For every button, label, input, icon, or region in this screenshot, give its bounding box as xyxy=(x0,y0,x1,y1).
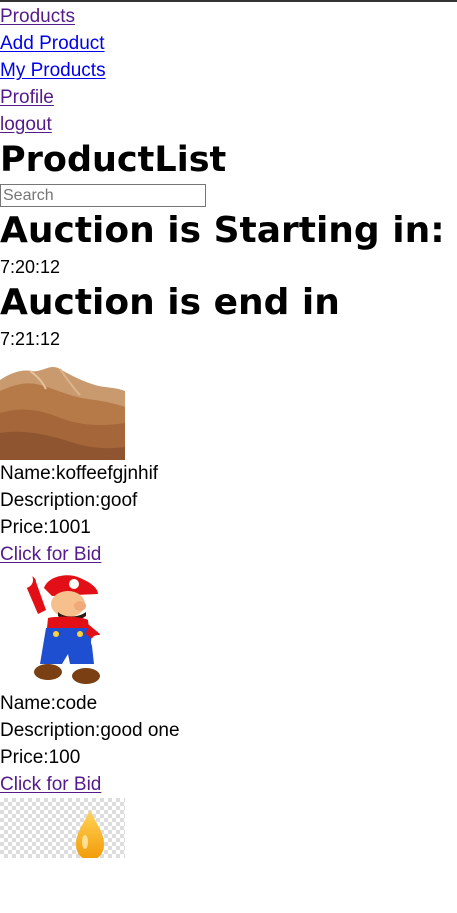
auction-start-heading: Auction is Starting in: xyxy=(0,210,445,251)
nav-link-logout[interactable]: logout xyxy=(0,111,457,138)
oil-drop-icon xyxy=(76,810,104,858)
nav-link-products[interactable]: Products xyxy=(0,3,457,30)
auction-end-time: 7:21:12 xyxy=(0,329,61,349)
page-title: ProductList xyxy=(0,140,227,180)
product-name: Name:code xyxy=(0,693,98,714)
product-description: Description:goof xyxy=(0,490,138,511)
nav-link-profile[interactable]: Profile xyxy=(0,84,457,111)
oil-drop-image xyxy=(0,798,125,858)
product-price: Price:100 xyxy=(0,747,81,768)
auction-start-time: 7:20:12 xyxy=(0,257,61,277)
desert-dunes-image xyxy=(0,351,125,460)
nav-link-my-products[interactable]: My Products xyxy=(0,57,457,84)
mario-icon xyxy=(0,568,125,690)
nav-link-add-product[interactable]: Add Product xyxy=(0,30,457,57)
product-card: Name:code Description:good one Price:100… xyxy=(0,568,457,798)
search-input[interactable] xyxy=(0,184,206,207)
nav-menu: Products Add Product My Products Profile… xyxy=(0,3,457,138)
desert-dunes-icon xyxy=(0,351,125,460)
auction-end-heading: Auction is end in xyxy=(0,282,340,323)
bid-link[interactable]: Click for Bid xyxy=(0,771,457,798)
product-name: Name:koffeefgjnhif xyxy=(0,463,159,484)
bid-link[interactable]: Click for Bid xyxy=(0,541,457,568)
product-card: Name:koffeefgjnhif Description:goof Pric… xyxy=(0,351,457,568)
product-price: Price:1001 xyxy=(0,517,91,538)
mario-character-image xyxy=(0,568,125,690)
top-border xyxy=(0,0,457,2)
product-card xyxy=(0,798,457,858)
page: Products Add Product My Products Profile… xyxy=(0,3,457,858)
product-description: Description:good one xyxy=(0,720,180,741)
